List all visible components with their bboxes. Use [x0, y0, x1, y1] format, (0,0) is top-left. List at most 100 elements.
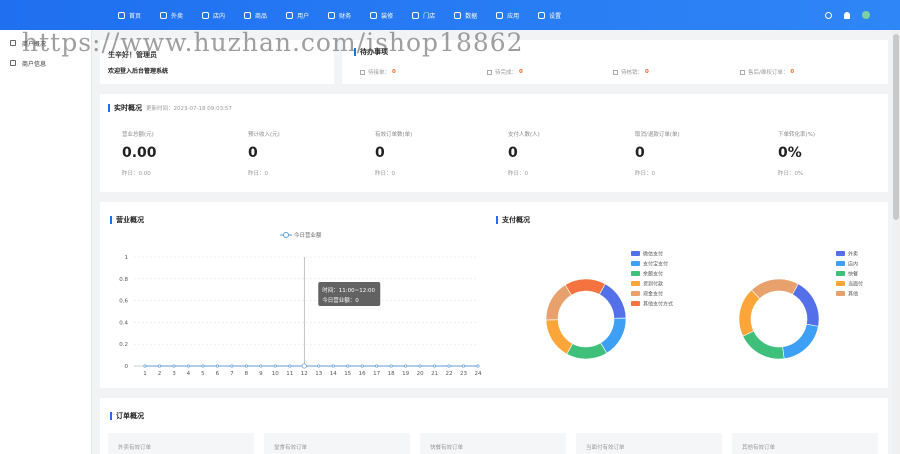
todo-label: 待接单： [368, 70, 391, 76]
stat-conversion-rate: 下单转化率(%) 0% 昨日：0% [778, 130, 815, 177]
donut-slice [742, 330, 785, 360]
sidebar: 商户概况 商户信息 [0, 30, 92, 454]
legend-label: 店内 [848, 261, 858, 268]
stat-yesterday: 昨日：0 [375, 171, 395, 177]
stat-valid-orders: 有效订单数(单) 0 昨日：0 [375, 130, 412, 177]
nav-item-label: 应用 [507, 12, 520, 20]
legend-label: 余额支付 [643, 271, 663, 278]
nav-item-label: 财务 [339, 12, 352, 20]
x-tick-label: 9 [259, 371, 263, 377]
goods-icon [244, 11, 252, 19]
order-box-dinein: 堂食有效订单 [264, 433, 410, 454]
donut-slice [738, 289, 761, 337]
stat-paying-users: 支付人数(人) 0 昨日：0 [508, 130, 540, 177]
x-tick-label: 22 [446, 371, 453, 377]
x-tick-label: 3 [172, 371, 176, 377]
data-point [301, 363, 307, 369]
todo-label: 售后/维权订单： [748, 70, 789, 76]
stat-yesterday: 昨日：0 [248, 171, 268, 177]
data-icon [454, 11, 462, 19]
x-tick-label: 24 [475, 371, 482, 377]
order-box-facepay: 当面付有效订单 [576, 433, 722, 454]
data-point [172, 364, 176, 368]
nav-item-label: 用户 [297, 12, 310, 20]
nav-item-4[interactable]: 用户 [286, 11, 309, 20]
business-charts: 今日营业额00.20.40.60.811 2 3 4 5 6 7 8 9 10 11 12 13 14 15… [119, 231, 863, 377]
legend-label: 今日营业额 [294, 231, 322, 239]
stat-label: 支付人数(人) [508, 132, 540, 138]
nav-item-label: 外卖 [171, 12, 184, 20]
x-tick-label: 23 [460, 371, 467, 377]
y-tick-label: 0.2 [119, 342, 128, 348]
donut-slice [564, 278, 606, 296]
main-nav: 首页 外卖 店内 商品 用户 财务 装修 门店 数据 应用 设置 [118, 0, 580, 30]
y-tick-label: 0 [125, 364, 129, 370]
donut-slice [566, 342, 608, 360]
data-point [346, 364, 350, 368]
data-point [157, 364, 162, 368]
realtime-title: 实时概况 [108, 103, 142, 113]
order-box-label: 快餐有效订单 [430, 445, 464, 451]
finance-icon [328, 11, 336, 19]
todo-item-pending-complete[interactable]: 待完成： 0 [487, 68, 523, 76]
nav-item-6[interactable]: 装修 [370, 11, 393, 20]
order-box-label: 外卖有效订单 [118, 445, 152, 451]
legend-label: 货到付款 [643, 281, 663, 288]
data-point [461, 364, 466, 368]
todo-item-pending-accept[interactable]: 待接单： 0 [360, 68, 396, 76]
x-tick-label: 18 [388, 371, 395, 377]
stat-value: 0 [635, 145, 645, 161]
nav-item-8[interactable]: 数据 [454, 11, 477, 20]
data-point [186, 364, 190, 368]
dashboard-icon [10, 40, 16, 46]
search-icon[interactable] [825, 11, 832, 19]
nav-item-10[interactable]: 设置 [538, 11, 561, 20]
legend-swatch [631, 271, 640, 276]
legend-label: 当面付 [848, 281, 863, 288]
order-box-other: 其他有效订单 [732, 433, 878, 454]
nav-item-0[interactable]: 首页 [118, 11, 141, 20]
donut-slice [545, 319, 573, 355]
order-icon [360, 69, 365, 75]
todo-item-pending-verify[interactable]: 待核销： 0 [613, 68, 649, 76]
y-tick-label: 0.6 [119, 299, 128, 305]
order-box-label: 当面付有效订单 [586, 445, 625, 451]
legend-swatch [836, 251, 845, 256]
x-tick-label: 2 [158, 371, 162, 377]
x-tick-label: 7 [230, 371, 234, 377]
nav-item-3[interactable]: 商品 [244, 11, 267, 20]
nav-item-1[interactable]: 外卖 [160, 11, 183, 20]
bell-icon[interactable] [844, 11, 850, 19]
nav-item-9[interactable]: 应用 [496, 11, 519, 20]
nav-item-5[interactable]: 财务 [328, 11, 351, 20]
todo-value: 0 [790, 69, 795, 75]
stat-yesterday: 昨日：0% [778, 171, 804, 177]
x-tick-label: 13 [315, 371, 322, 377]
nav-item-2[interactable]: 店内 [202, 11, 225, 20]
todo-label: 待核销： [621, 70, 644, 76]
stat-yesterday: 昨日：0.00 [122, 171, 151, 177]
y-tick-label: 0.4 [119, 320, 128, 326]
settings-icon [538, 11, 546, 19]
y-tick-label: 1 [125, 255, 129, 261]
welcome-greeting: 生辛好！管理员 [108, 51, 157, 59]
legend-swatch [631, 261, 640, 266]
nav-item-7[interactable]: 门店 [412, 11, 435, 20]
nav-item-label: 首页 [129, 12, 142, 20]
nav-item-label: 店内 [213, 12, 226, 20]
data-point [433, 364, 437, 368]
data-point [201, 364, 205, 368]
sidebar-item-info[interactable]: 商户信息 [0, 56, 91, 70]
apps-icon [496, 11, 504, 19]
todo-item-after-sales[interactable]: 售后/维权订单： 0 [740, 68, 794, 76]
sidebar-item-label: 商户概况 [22, 40, 47, 48]
stat-yesterday: 昨日：0 [508, 171, 528, 177]
legend-label: 外卖 [848, 251, 858, 258]
scrollbar-thumb[interactable] [893, 34, 899, 220]
data-point [288, 364, 292, 368]
store-icon [202, 11, 210, 19]
avatar[interactable] [862, 11, 870, 19]
sidebar-item-overview[interactable]: 商户概况 [0, 36, 91, 50]
order-box-takeout: 外卖有效订单 [108, 433, 254, 454]
nav-item-label: 门店 [423, 12, 436, 20]
